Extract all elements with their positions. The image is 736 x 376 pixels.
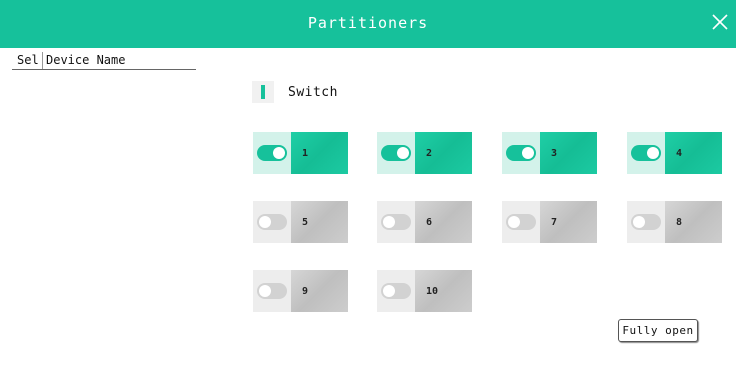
zone-toggle-area[interactable] — [253, 201, 291, 243]
zone-tile[interactable]: 7 — [502, 201, 597, 243]
zone-toggle[interactable] — [381, 283, 411, 299]
zone-toggle[interactable] — [257, 214, 287, 230]
zone-toggle[interactable] — [257, 283, 287, 299]
zone-number: 2 — [415, 132, 472, 174]
zone-toggle[interactable] — [381, 145, 411, 161]
toggle-knob — [259, 216, 271, 228]
toggle-knob — [633, 216, 645, 228]
zone-toggle[interactable] — [631, 214, 661, 230]
fully-open-button[interactable]: Fully open — [618, 319, 698, 342]
zone-tile[interactable]: 9 — [253, 270, 348, 312]
zone-toggle[interactable] — [506, 145, 536, 161]
zone-toggle-area[interactable] — [377, 201, 415, 243]
toggle-knob — [259, 285, 271, 297]
zone-tile[interactable]: 8 — [627, 201, 722, 243]
toggle-knob — [397, 147, 409, 159]
zone-toggle-area[interactable] — [627, 132, 665, 174]
zone-number: 1 — [291, 132, 348, 174]
toggle-knob — [647, 147, 659, 159]
window-title: Partitioners — [307, 14, 429, 32]
title-bar: Partitioners — [0, 0, 736, 48]
toggle-knob — [273, 147, 285, 159]
section-marker-icon — [252, 81, 274, 103]
zone-tile[interactable]: 3 — [502, 132, 597, 174]
zone-number: 8 — [665, 201, 722, 243]
zone-tile[interactable]: 2 — [377, 132, 472, 174]
zone-number: 9 — [291, 270, 348, 312]
zone-toggle-area[interactable] — [502, 201, 540, 243]
zone-number: 4 — [665, 132, 722, 174]
toggle-knob — [522, 147, 534, 159]
toggle-knob — [383, 216, 395, 228]
zone-number: 7 — [540, 201, 597, 243]
zone-toggle-area[interactable] — [502, 132, 540, 174]
section-label: Switch — [288, 84, 338, 100]
zone-tile[interactable]: 1 — [253, 132, 348, 174]
zone-tile[interactable]: 4 — [627, 132, 722, 174]
switch-section-header: Switch — [252, 80, 338, 104]
toggle-knob — [508, 216, 520, 228]
close-icon[interactable] — [708, 10, 732, 34]
zone-tile[interactable]: 6 — [377, 201, 472, 243]
device-table-header: Sel Device Name — [12, 52, 196, 70]
column-header-sel[interactable]: Sel — [12, 52, 43, 69]
zone-number: 5 — [291, 201, 348, 243]
zone-toggle[interactable] — [631, 145, 661, 161]
zone-toggle[interactable] — [506, 214, 536, 230]
column-header-device-name[interactable]: Device Name — [43, 52, 196, 69]
zone-toggle-area[interactable] — [253, 270, 291, 312]
zone-toggle[interactable] — [257, 145, 287, 161]
zone-toggle-area[interactable] — [253, 132, 291, 174]
toggle-knob — [383, 285, 395, 297]
zone-toggle-area[interactable] — [377, 270, 415, 312]
zone-number: 10 — [415, 270, 472, 312]
zone-number: 6 — [415, 201, 472, 243]
zone-tile[interactable]: 10 — [377, 270, 472, 312]
zone-toggle[interactable] — [381, 214, 411, 230]
zone-number: 3 — [540, 132, 597, 174]
zone-toggle-area[interactable] — [377, 132, 415, 174]
zone-tile[interactable]: 5 — [253, 201, 348, 243]
zone-toggle-area[interactable] — [627, 201, 665, 243]
